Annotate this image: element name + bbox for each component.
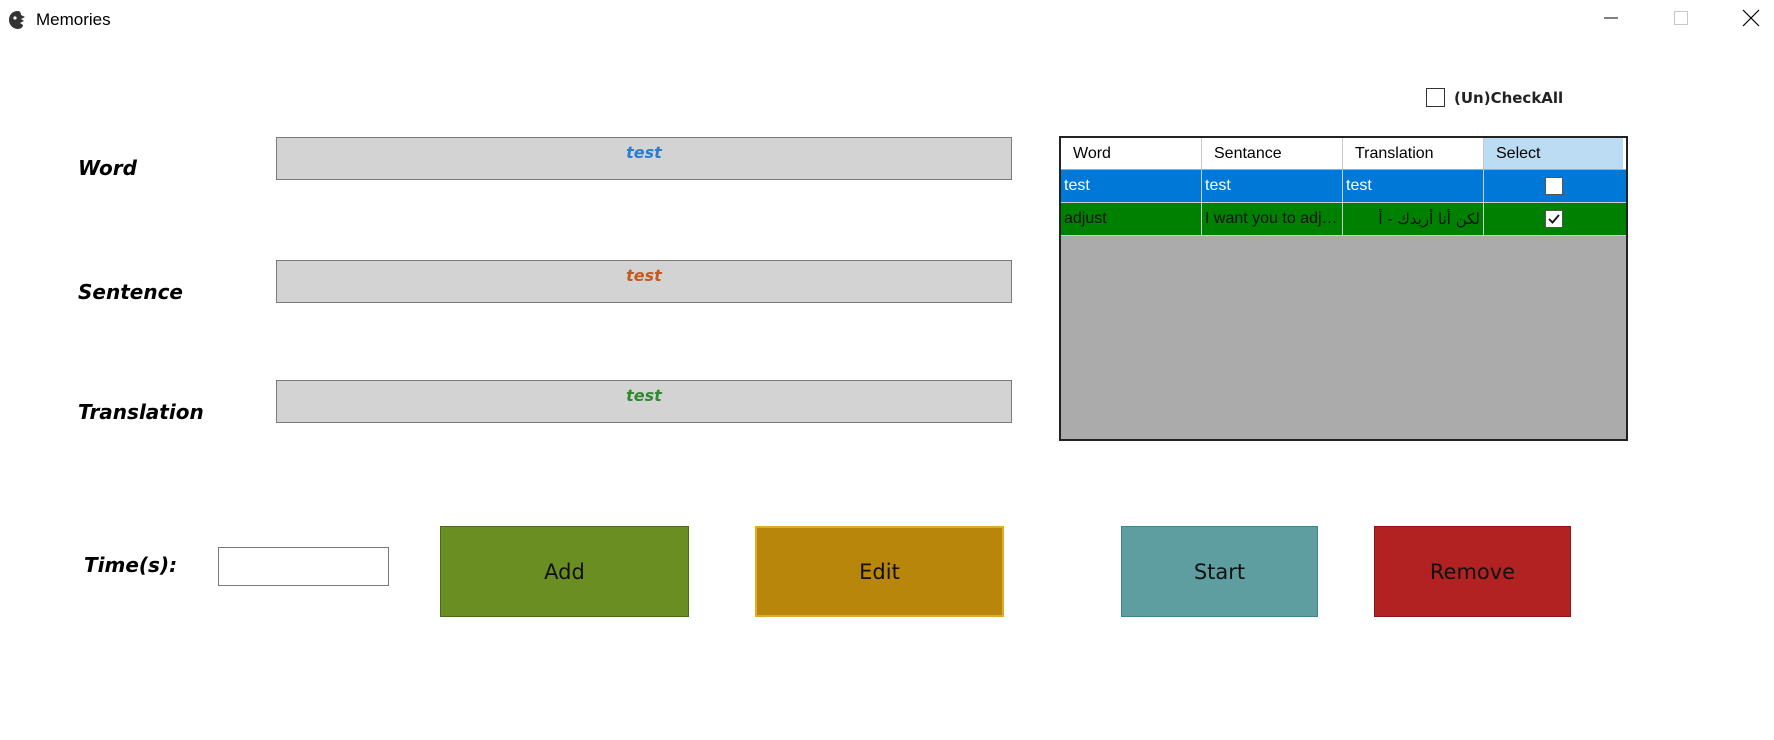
row-checkbox[interactable]: [1544, 177, 1563, 195]
maximize-icon: [1673, 10, 1689, 31]
column-header-select[interactable]: Select: [1484, 138, 1623, 169]
column-header-translation[interactable]: Translation: [1343, 138, 1484, 169]
cell-select[interactable]: [1484, 170, 1623, 202]
close-button[interactable]: [1716, 0, 1774, 40]
cell-sentence[interactable]: I want you to adjust: [1202, 203, 1343, 235]
remove-button[interactable]: Remove: [1374, 526, 1571, 617]
maximize-button[interactable]: [1646, 0, 1716, 40]
edit-button[interactable]: Edit: [755, 526, 1004, 617]
cell-sentence[interactable]: test: [1202, 170, 1343, 202]
cell-word[interactable]: adjust: [1061, 203, 1202, 235]
table-row[interactable]: test test test: [1061, 170, 1626, 203]
close-icon: [1742, 9, 1760, 32]
start-button[interactable]: Start: [1121, 526, 1318, 617]
translation-display[interactable]: test: [276, 380, 1012, 423]
check-all-checkbox[interactable]: [1426, 88, 1445, 107]
words-grid[interactable]: Word Sentance Translation Select test te…: [1059, 136, 1628, 441]
column-header-word[interactable]: Word: [1061, 138, 1202, 169]
word-label: Word: [78, 156, 137, 180]
word-display[interactable]: test: [276, 137, 1012, 180]
checkmark-icon: [1547, 214, 1560, 224]
table-row[interactable]: adjust I want you to adjust لكن أنا أريد…: [1061, 203, 1626, 236]
sentence-display[interactable]: test: [276, 260, 1012, 303]
translation-label: Translation: [78, 400, 204, 424]
window-title: Memories: [36, 10, 111, 29]
times-label: Time(s):: [84, 553, 178, 577]
sentence-label: Sentence: [78, 280, 183, 304]
cell-word[interactable]: test: [1061, 170, 1202, 202]
check-all-label: (Un)CheckAll: [1454, 88, 1564, 107]
minimize-icon: [1603, 10, 1619, 31]
title-bar: Memories: [0, 0, 1774, 40]
grid-header: Word Sentance Translation Select: [1061, 138, 1626, 170]
check-all-toggle[interactable]: (Un)CheckAll: [1426, 88, 1563, 107]
row-checkbox[interactable]: [1544, 210, 1563, 228]
cell-translation[interactable]: test: [1343, 170, 1484, 202]
times-input[interactable]: [218, 547, 389, 586]
cell-translation[interactable]: لكن أنا أريدك - أ: [1343, 203, 1484, 235]
add-button[interactable]: Add: [440, 526, 689, 617]
column-header-sentence[interactable]: Sentance: [1202, 138, 1343, 169]
minimize-button[interactable]: [1576, 0, 1646, 40]
cell-select[interactable]: [1484, 203, 1623, 235]
app-logo-icon: [8, 10, 28, 30]
